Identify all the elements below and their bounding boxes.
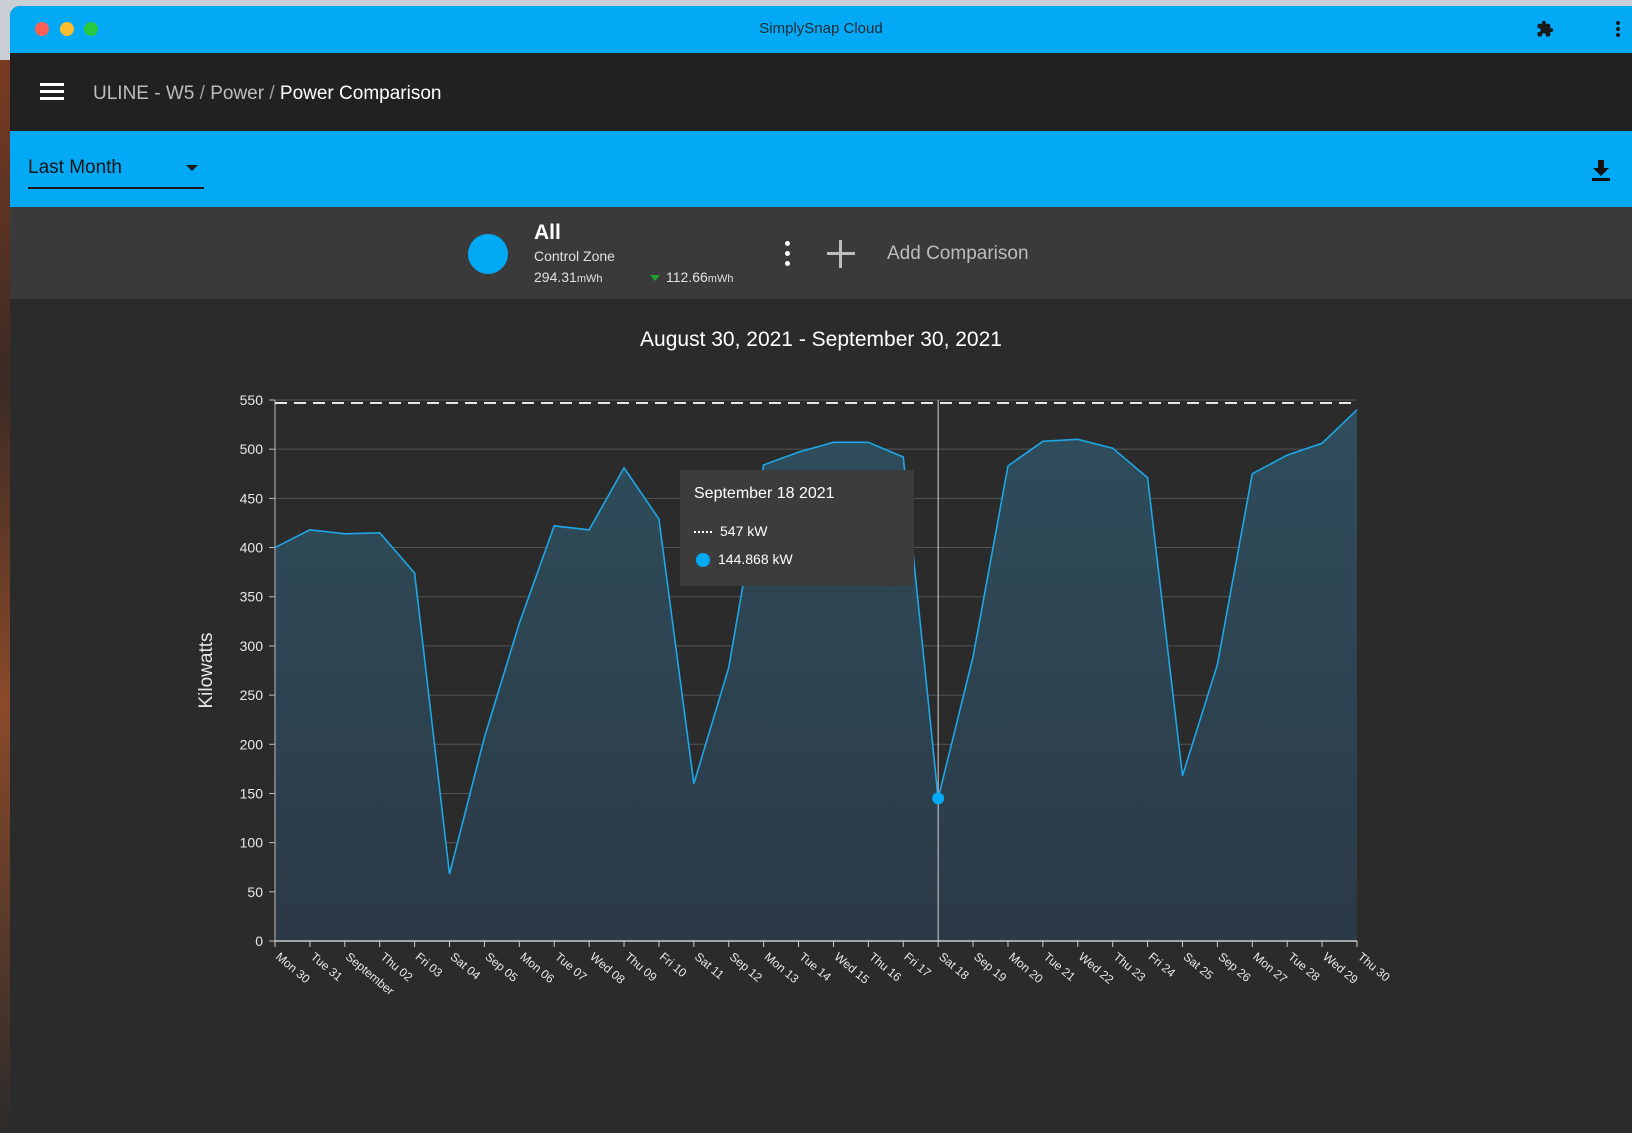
x-tick-label: Tue 21 bbox=[1041, 950, 1079, 985]
x-tick-label: Sat 11 bbox=[692, 950, 727, 983]
x-tick-label: Sat 25 bbox=[1181, 950, 1217, 983]
x-tick-label: Wed 22 bbox=[1076, 950, 1117, 987]
dashed-line-swatch bbox=[694, 531, 712, 534]
x-tick-label: Fri 17 bbox=[901, 950, 934, 981]
x-tick-label: Fri 24 bbox=[1146, 950, 1179, 981]
y-tick-label: 450 bbox=[240, 490, 264, 506]
x-tick-label: Fri 10 bbox=[657, 950, 690, 981]
y-tick-label: 500 bbox=[240, 441, 264, 457]
tooltip-series-value: 144.868 kW bbox=[718, 551, 793, 567]
x-tick-label: Tue 07 bbox=[552, 950, 590, 985]
y-tick-label: 100 bbox=[240, 835, 264, 851]
y-axis-label: Kilowatts bbox=[196, 632, 217, 708]
series-color-swatch bbox=[696, 553, 710, 568]
x-tick-label: Wed 15 bbox=[832, 950, 873, 987]
x-tick-label: Tue 31 bbox=[308, 950, 346, 985]
y-tick-label: 350 bbox=[240, 589, 264, 605]
highlighted-data-point bbox=[932, 792, 945, 805]
x-tick-label: Sep 26 bbox=[1215, 950, 1253, 985]
y-tick-label: 150 bbox=[240, 785, 264, 801]
tooltip-peak-value: 547 kW bbox=[720, 523, 768, 539]
x-tick-label: Sat 04 bbox=[448, 950, 484, 983]
x-tick-label: Thu 09 bbox=[622, 950, 660, 985]
x-tick-label: Thu 23 bbox=[1111, 950, 1149, 985]
x-tick-label: Tue 28 bbox=[1285, 950, 1323, 985]
y-tick-label: 250 bbox=[240, 687, 264, 703]
tooltip-value-row: 144.868 kW bbox=[694, 551, 793, 568]
x-tick-label: Fri 03 bbox=[413, 950, 446, 981]
x-tick-label: Mon 30 bbox=[273, 950, 313, 987]
y-tick-label: 50 bbox=[247, 884, 263, 900]
x-tick-label: Mon 13 bbox=[762, 950, 802, 987]
x-tick-label: Mon 27 bbox=[1250, 950, 1290, 987]
x-tick-label: Mon 06 bbox=[517, 950, 557, 987]
desktop-background bbox=[0, 60, 10, 1133]
x-tick-label: Tue 14 bbox=[797, 950, 835, 985]
tooltip-peak-row: 547 kW bbox=[694, 523, 767, 539]
y-tick-label: 400 bbox=[240, 540, 264, 556]
tooltip-date: September 18 2021 bbox=[694, 485, 835, 502]
y-tick-label: 550 bbox=[240, 392, 264, 408]
y-tick-label: 0 bbox=[255, 933, 263, 949]
x-tick-label: Sep 05 bbox=[482, 950, 520, 985]
x-tick-label: Wed 08 bbox=[587, 950, 628, 987]
x-tick-label: Thu 30 bbox=[1355, 950, 1393, 985]
x-tick-label: Mon 20 bbox=[1006, 950, 1046, 987]
y-tick-label: 300 bbox=[240, 638, 264, 654]
chart-tooltip: September 18 2021 547 kW 144.868 kW bbox=[680, 470, 914, 586]
x-tick-label: Sep 19 bbox=[971, 950, 1009, 985]
x-tick-label: Sep 12 bbox=[727, 950, 765, 985]
x-tick-label: Wed 29 bbox=[1320, 950, 1361, 987]
app-window: SimplySnap Cloud ULINE - W5 / Power / Po… bbox=[10, 6, 1632, 1133]
x-tick-label: Thu 16 bbox=[866, 950, 904, 985]
x-tick-label: Sat 18 bbox=[936, 950, 972, 983]
y-tick-label: 200 bbox=[240, 736, 264, 752]
